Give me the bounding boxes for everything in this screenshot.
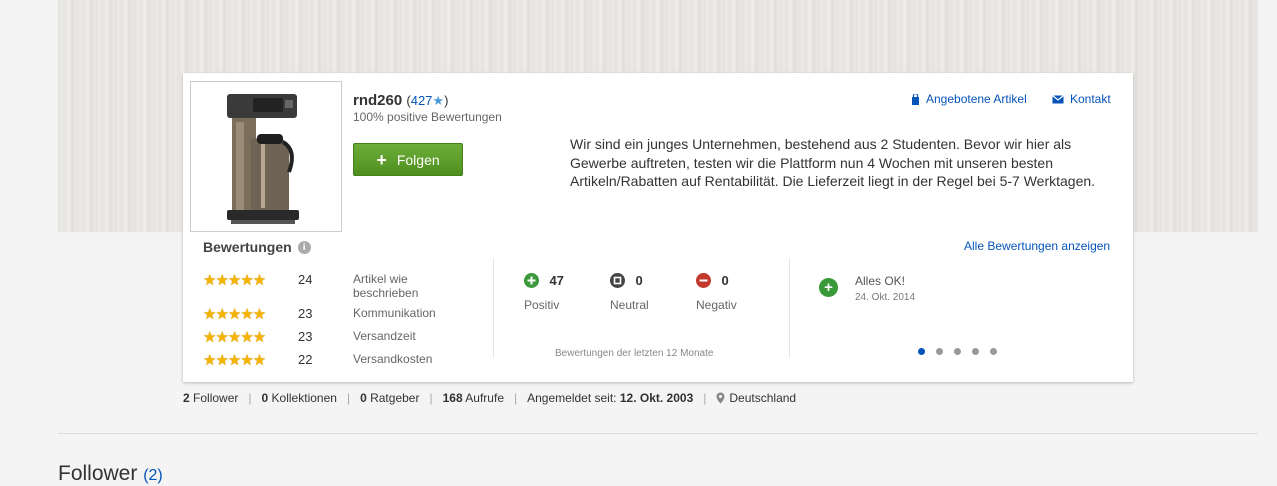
feedback-positive[interactable]: 47 Positiv bbox=[524, 272, 564, 312]
carousel-dot[interactable] bbox=[972, 348, 979, 355]
star-rating: ★★★★★ bbox=[203, 306, 266, 323]
minus-circle-icon bbox=[696, 273, 711, 289]
plus-icon: + bbox=[376, 149, 387, 170]
positive-count: 47 bbox=[549, 273, 564, 289]
positive-feedback-icon: + bbox=[819, 278, 838, 297]
star-rating: ★★★★★ bbox=[203, 352, 266, 369]
followers-stat[interactable]: 2 Follower bbox=[183, 391, 238, 405]
star-rating: ★★★★★ bbox=[203, 329, 266, 346]
stat-separator: | bbox=[429, 391, 433, 405]
offered-items-label[interactable]: Angebotene Artikel bbox=[926, 92, 1027, 106]
feedback-period: Bewertungen der letzten 12 Monate bbox=[555, 348, 714, 359]
seller-stats-bar: 2 Follower | 0 Kollektionen | 0 Ratgeber… bbox=[183, 391, 796, 405]
stat-separator: | bbox=[346, 391, 351, 405]
all-ratings-link[interactable]: Alle Bewertungen anzeigen bbox=[964, 239, 1110, 253]
seller-description: Wir sind ein junges Unternehmen, bestehe… bbox=[570, 136, 1096, 189]
stat-separator: | bbox=[514, 391, 518, 405]
positive-label: Positiv bbox=[524, 298, 560, 312]
info-icon[interactable]: i bbox=[297, 240, 311, 254]
rating-count: 23 bbox=[298, 306, 313, 321]
rating-count: 24 bbox=[298, 272, 313, 287]
neutral-label: Neutral bbox=[610, 298, 649, 312]
stat-separator: | bbox=[703, 391, 707, 405]
rating-count: 23 bbox=[298, 329, 313, 344]
neutral-circle-icon bbox=[610, 273, 625, 289]
rating-label: Artikel wie beschrieben bbox=[353, 272, 419, 300]
follower-section-title: Follower (2) bbox=[58, 462, 163, 485]
contact-label[interactable]: Kontakt bbox=[1070, 92, 1111, 106]
location-pin-icon bbox=[716, 392, 725, 404]
collections-stat[interactable]: 0 Kollektionen bbox=[262, 391, 337, 405]
member-since-stat: Angemeldet seit: 12. Okt. 2003 bbox=[527, 391, 694, 405]
views-stat: 168 Aufrufe bbox=[442, 391, 504, 405]
latest-feedback-date: 24. Okt. 2014 bbox=[855, 292, 916, 303]
carousel-dot[interactable] bbox=[954, 348, 961, 355]
star-icon: ★ bbox=[432, 93, 445, 108]
star-rating: ★★★★★ bbox=[203, 272, 266, 289]
follower-count-link[interactable]: (2) bbox=[143, 467, 163, 484]
positive-feedback-percent: 100% positive Bewertungen bbox=[353, 110, 502, 124]
section-divider bbox=[493, 258, 494, 358]
section-divider-line bbox=[58, 433, 1258, 434]
guides-stat[interactable]: 0 Ratgeber bbox=[360, 391, 419, 405]
feedback-negative[interactable]: 0 Negativ bbox=[696, 272, 737, 312]
rating-label: Versandkosten bbox=[353, 352, 433, 366]
envelope-icon bbox=[1052, 94, 1064, 103]
feedback-neutral[interactable]: 0 Neutral bbox=[610, 272, 649, 312]
coffee-machine-image bbox=[218, 86, 316, 228]
seller-photo bbox=[190, 81, 342, 232]
section-divider bbox=[789, 258, 790, 358]
country-label: Deutschland bbox=[729, 391, 797, 405]
stat-separator: | bbox=[248, 391, 252, 405]
rating-label: Versandzeit bbox=[353, 329, 416, 343]
plus-circle-icon bbox=[524, 273, 539, 289]
follow-button-label: Folgen bbox=[396, 151, 440, 168]
bag-icon bbox=[912, 93, 919, 105]
offered-items-link[interactable]: Angebotene Artikel bbox=[911, 92, 1027, 106]
carousel-dot[interactable] bbox=[990, 348, 997, 355]
feedback-score-value[interactable]: 427 bbox=[411, 93, 433, 108]
seller-name[interactable]: rnd260 (427★) bbox=[353, 92, 448, 109]
location-stat: Deutschland bbox=[716, 391, 796, 405]
follow-button[interactable]: + Folgen bbox=[353, 143, 463, 176]
carousel-dot[interactable] bbox=[918, 348, 925, 355]
latest-feedback-text: Alles OK! bbox=[855, 274, 906, 288]
ratings-title: Bewertungen i bbox=[203, 239, 311, 255]
seller-username[interactable]: rnd260 bbox=[353, 92, 402, 109]
negative-count: 0 bbox=[721, 273, 729, 289]
negative-label: Negativ bbox=[696, 298, 737, 312]
contact-link[interactable]: Kontakt bbox=[1052, 92, 1111, 106]
seller-card: rnd260 (427★) 100% positive Bewertungen … bbox=[183, 73, 1133, 382]
carousel-dot[interactable] bbox=[936, 348, 943, 355]
feedback-score[interactable]: (427★) bbox=[406, 93, 448, 108]
rating-count: 22 bbox=[298, 352, 313, 367]
rating-label: Kommunikation bbox=[353, 306, 436, 320]
carousel-dots bbox=[918, 348, 997, 355]
neutral-count: 0 bbox=[635, 273, 643, 289]
